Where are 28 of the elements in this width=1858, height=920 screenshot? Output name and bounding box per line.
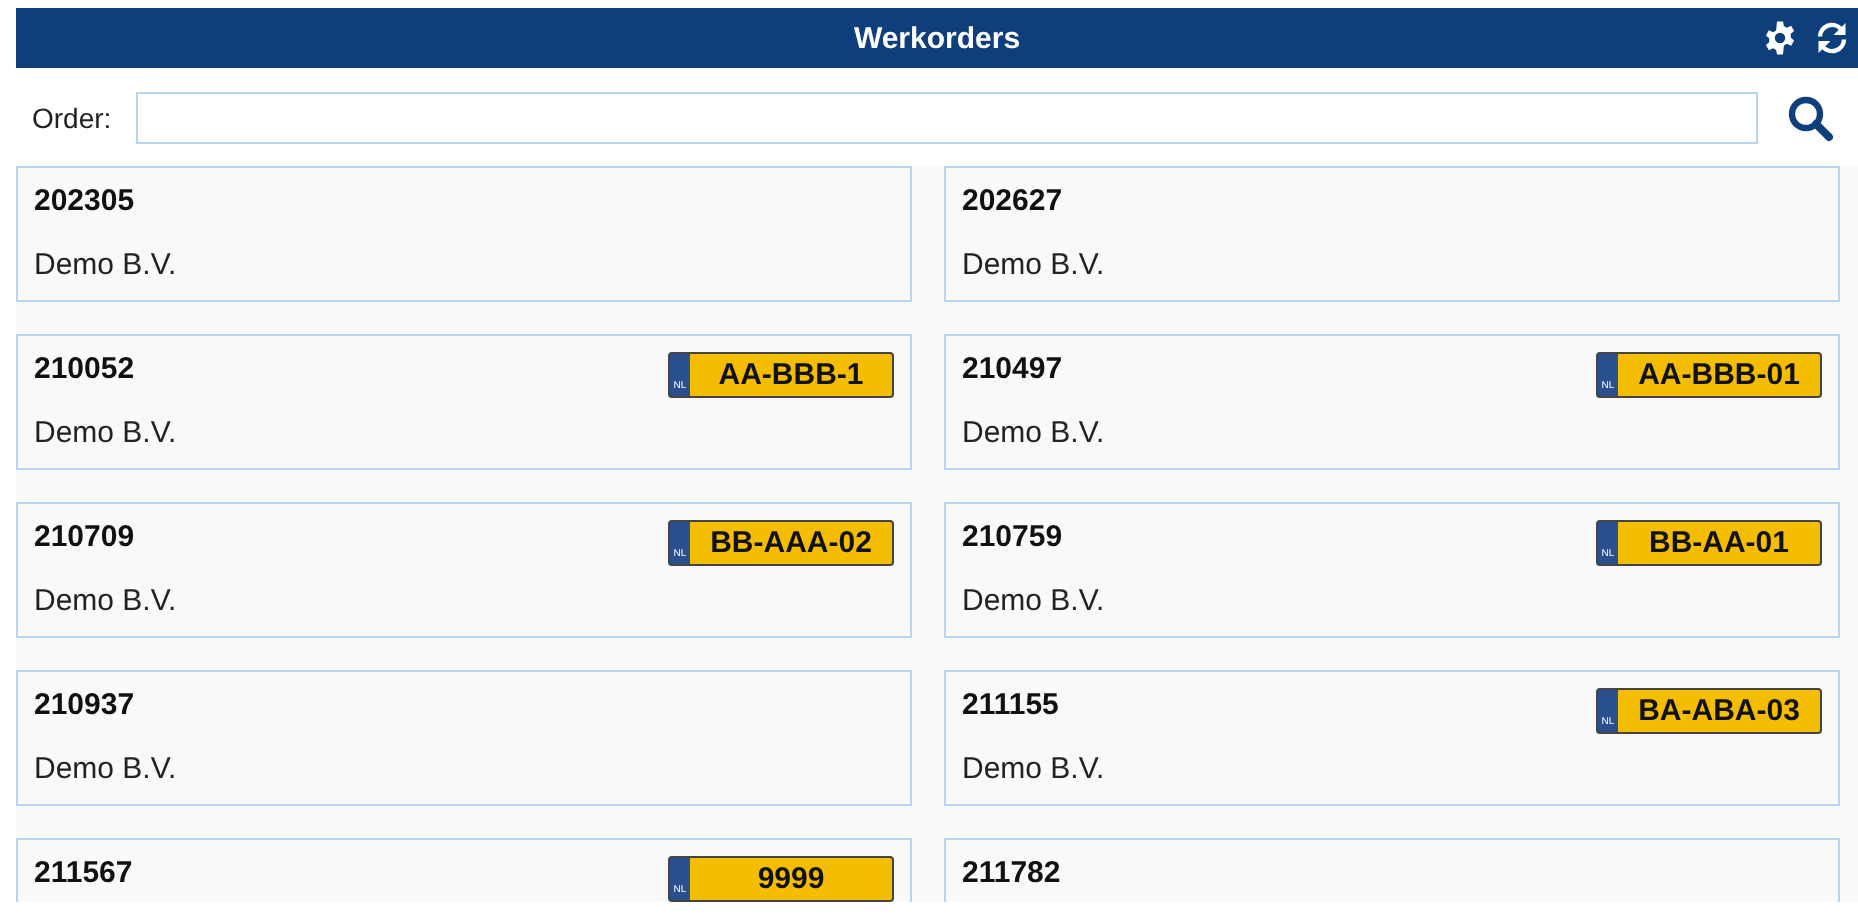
refresh-icon[interactable] <box>1814 20 1850 56</box>
customer-name: Demo B.V. <box>34 416 179 450</box>
order-card[interactable]: 210937 Demo B.V. <box>16 670 912 806</box>
customer-name: Demo B.V. <box>962 584 1107 618</box>
customer-name: Demo B.V. <box>34 752 179 786</box>
order-number: 211567 <box>34 856 133 890</box>
order-number: 202305 <box>34 184 135 218</box>
order-number: 202627 <box>962 184 1063 218</box>
order-card[interactable]: 211782 <box>944 838 1840 902</box>
customer-name: Demo B.V. <box>34 584 179 618</box>
order-card[interactable]: 202305 Demo B.V. <box>16 166 912 302</box>
customer-name: Demo B.V. <box>962 248 1107 282</box>
customer-name: Demo B.V. <box>962 752 1107 786</box>
order-number: 210497 <box>962 352 1063 386</box>
window-title: Werkorders <box>853 21 1021 55</box>
order-card[interactable]: 202627 Demo B.V. <box>944 166 1840 302</box>
customer-name: Demo B.V. <box>962 416 1107 450</box>
settings-icon[interactable] <box>1762 20 1798 56</box>
order-number: 210709 <box>34 520 135 554</box>
order-label: Order: <box>32 101 112 133</box>
order-field[interactable] <box>135 91 1758 143</box>
order-number: 210937 <box>34 688 135 722</box>
order-number: 210759 <box>962 520 1063 554</box>
search-icon[interactable] <box>1786 93 1834 141</box>
order-number: 211155 <box>962 688 1059 722</box>
customer-name: Demo B.V. <box>34 248 179 282</box>
order-number: 210052 <box>34 352 135 386</box>
order-number: 211782 <box>962 856 1061 890</box>
